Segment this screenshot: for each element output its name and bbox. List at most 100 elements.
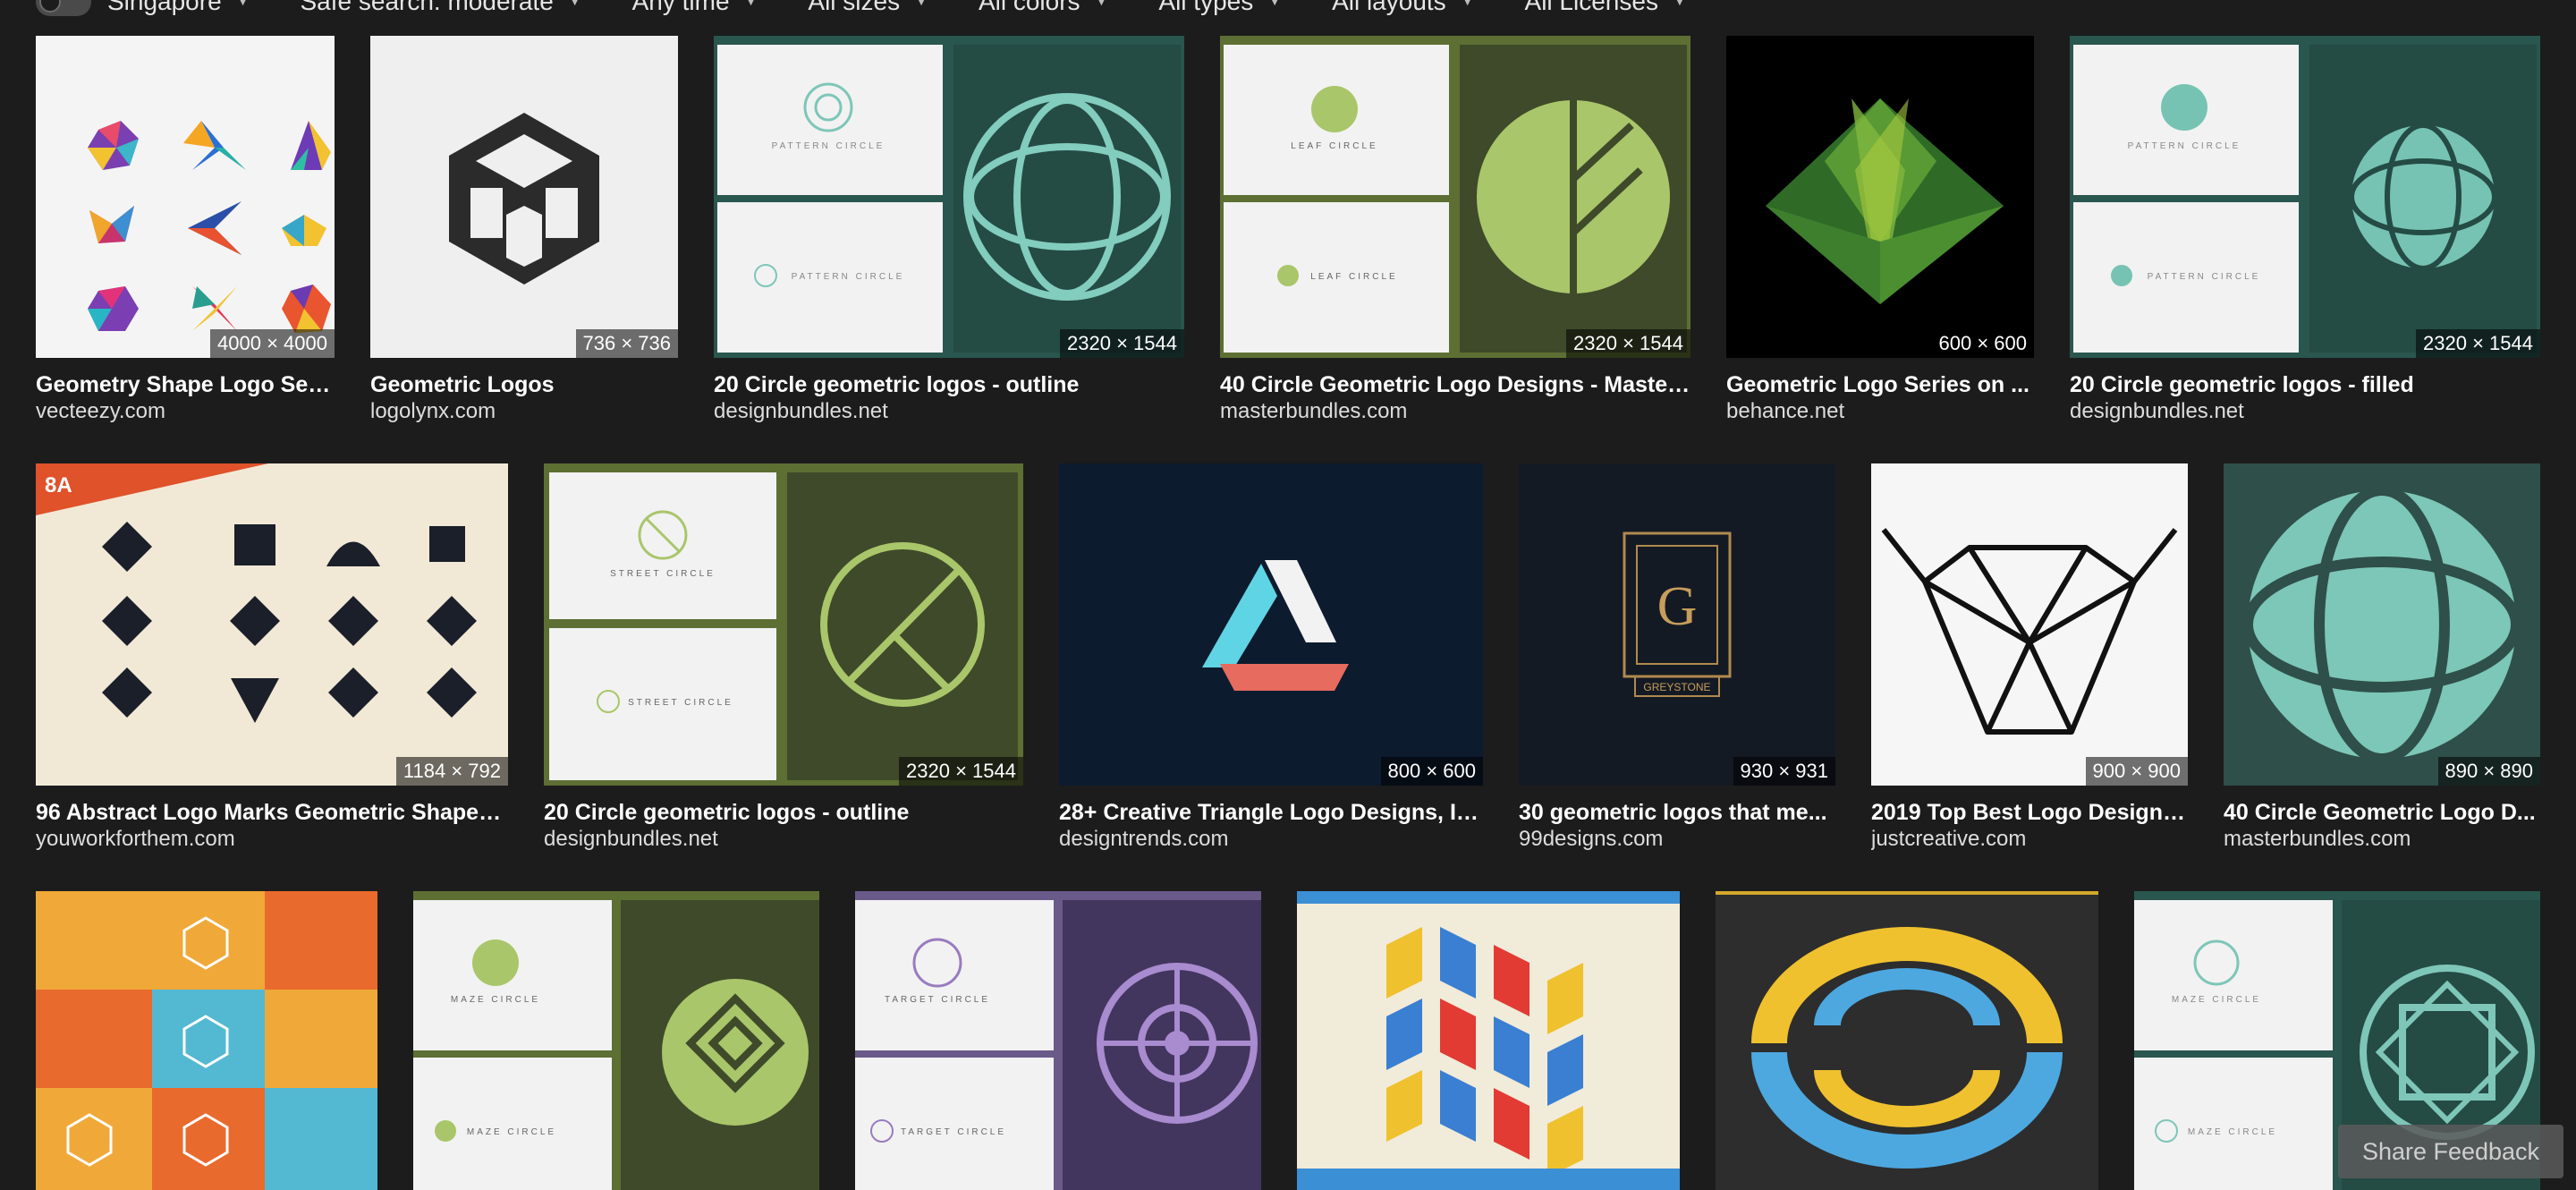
result-title[interactable]: Geometric Logo Series on ... (1726, 372, 2034, 398)
image-dimensions: 2320 × 1544 (1060, 329, 1184, 358)
logo-caption: STREET CIRCLE (610, 569, 716, 579)
image-result[interactable]: TARGET CIRCLE TARGET CIRCLE (855, 891, 1261, 1190)
logo-caption: PATTERN CIRCLE (2148, 272, 2261, 282)
result-title[interactable]: 40 Circle Geometric Logo Designs - Maste… (1220, 372, 1690, 398)
result-source[interactable]: behance.net (1726, 399, 2034, 424)
toggle-knob (39, 0, 61, 13)
result-title[interactable]: 20 Circle geometric logos - filled (2070, 372, 2540, 398)
image-dimensions: 2320 × 1544 (1566, 329, 1690, 358)
chevron-down-icon: ▼ (1094, 0, 1109, 9)
result-source[interactable]: 99designs.com (1519, 827, 1835, 852)
result-thumbnail[interactable] (36, 891, 377, 1190)
result-thumbnail[interactable]: PATTERN CIRCLE PATTERN CIRCLE 2320 × 154… (714, 36, 1184, 358)
colorful-blocks-image (1297, 891, 1680, 1190)
result-title[interactable]: Geometric Logos (370, 372, 678, 398)
result-thumbnail[interactable]: 8A 1184 × 792 (36, 463, 508, 786)
image-result[interactable]: PATTERN CIRCLE PATTERN CIRCLE 2320 × 154… (2070, 36, 2540, 429)
color-filter[interactable]: All colors ▼ (979, 0, 1108, 16)
image-result[interactable] (36, 891, 377, 1190)
result-source[interactable]: justcreative.com (1871, 827, 2188, 852)
result-source[interactable]: youworkforthem.com (36, 827, 508, 852)
share-feedback-button[interactable]: Share Feedback (2338, 1125, 2563, 1178)
image-result[interactable]: 4000 × 4000 Geometry Shape Logo Set ... … (36, 36, 335, 429)
image-dimensions: 1184 × 792 (395, 757, 508, 786)
chevron-down-icon: ▼ (1672, 0, 1687, 9)
image-result[interactable] (1297, 891, 1680, 1190)
safe-search-filter[interactable]: Safe search: moderate ▼ (301, 0, 582, 16)
image-dimensions: 2320 × 1544 (899, 757, 1023, 786)
logo-caption: MAZE CIRCLE (2172, 995, 2261, 1005)
image-result[interactable]: 600 × 600 Geometric Logo Series on ... b… (1726, 36, 2034, 429)
image-dimensions: 600 × 600 (1931, 329, 2034, 358)
result-thumbnail[interactable]: 4000 × 4000 (36, 36, 335, 358)
time-filter-label: Any time (631, 0, 730, 15)
result-title[interactable]: 20 Circle geometric logos - outline (714, 372, 1184, 398)
license-filter-label: All Licenses (1524, 0, 1658, 15)
size-filter[interactable]: All sizes ▼ (808, 0, 928, 16)
result-thumbnail[interactable]: 900 × 900 (1871, 463, 2188, 786)
image-result[interactable]: MAZE CIRCLE MAZE CIRCLE (413, 891, 819, 1190)
result-thumbnail[interactable]: STREET CIRCLE STREET CIRCLE 2320 × 1544 (544, 463, 1023, 786)
image-result[interactable]: G GREYSTONE 930 × 931 30 geometric logos… (1519, 463, 1835, 857)
image-dimensions: 800 × 600 (1380, 757, 1483, 786)
logo-caption: MAZE CIRCLE (467, 1127, 556, 1137)
result-title[interactable]: 28+ Creative Triangle Logo Designs, Id..… (1059, 800, 1483, 826)
result-source[interactable]: masterbundles.com (1220, 399, 1690, 424)
result-title[interactable]: 96 Abstract Logo Marks Geometric Shapes.… (36, 800, 508, 826)
result-title[interactable]: 20 Circle geometric logos - outline (544, 800, 1023, 826)
result-thumbnail[interactable]: G GREYSTONE 930 × 931 (1519, 463, 1835, 786)
result-title[interactable]: 40 Circle Geometric Logo D... (2224, 800, 2540, 826)
result-source[interactable]: designbundles.net (2070, 399, 2540, 424)
result-thumbnail[interactable]: 800 × 600 (1059, 463, 1483, 786)
license-filter[interactable]: All Licenses ▼ (1525, 0, 1687, 16)
image-result[interactable]: 890 × 890 40 Circle Geometric Logo D... … (2224, 463, 2540, 857)
image-result[interactable]: 736 × 736 Geometric Logos logolynx.com (370, 36, 678, 429)
image-result[interactable]: STREET CIRCLE STREET CIRCLE 2320 × 1544 … (544, 463, 1023, 857)
image-result[interactable]: LEAF CIRCLE LEAF CIRCLE 2320 × 1544 40 C… (1220, 36, 1690, 429)
result-title[interactable]: 30 geometric logos that me... (1519, 800, 1835, 826)
result-thumbnail[interactable] (1716, 891, 2098, 1190)
result-thumbnail[interactable] (1297, 891, 1680, 1190)
result-source[interactable]: logolynx.com (370, 399, 678, 424)
bull-head-logo-image (1881, 528, 2178, 735)
result-thumbnail[interactable]: LEAF CIRCLE LEAF CIRCLE 2320 × 1544 (1220, 36, 1690, 358)
safe-region-toggle[interactable] (36, 0, 91, 16)
image-result[interactable]: 8A 1184 × 792 96 Abstract Logo Marks Geo… (36, 463, 508, 857)
image-dimensions: 890 × 890 (2437, 757, 2540, 786)
image-result[interactable]: 900 × 900 2019 Top Best Logo Designs... … (1871, 463, 2188, 857)
logo-caption: MAZE CIRCLE (451, 995, 540, 1005)
safe-search-filter-label: Safe search: moderate (300, 0, 554, 15)
size-filter-label: All sizes (808, 0, 901, 15)
layout-filter-label: All layouts (1332, 0, 1446, 15)
result-source[interactable]: masterbundles.com (2224, 827, 2540, 852)
image-result[interactable] (1716, 891, 2098, 1190)
result-source[interactable]: designbundles.net (714, 399, 1184, 424)
chevron-down-icon: ▼ (235, 0, 250, 9)
image-result[interactable]: PATTERN CIRCLE PATTERN CIRCLE 2320 × 154… (714, 36, 1184, 429)
target-circle-image: TARGET CIRCLE TARGET CIRCLE (855, 891, 1261, 1190)
result-title[interactable]: Geometry Shape Logo Set ... (36, 372, 335, 398)
type-filter[interactable]: All types ▼ (1158, 0, 1282, 16)
result-thumbnail[interactable]: 600 × 600 (1726, 36, 2034, 358)
region-filter[interactable]: Singapore ▼ (107, 0, 250, 16)
logo-caption: LEAF CIRCLE (1310, 272, 1397, 282)
logo-caption: MAZE CIRCLE (2188, 1127, 2277, 1137)
result-source[interactable]: vecteezy.com (36, 399, 335, 424)
result-thumbnail[interactable]: TARGET CIRCLE TARGET CIRCLE (855, 891, 1261, 1190)
image-dimensions: 900 × 900 (2085, 757, 2188, 786)
time-filter[interactable]: Any time ▼ (632, 0, 758, 16)
result-thumbnail[interactable]: MAZE CIRCLE MAZE CIRCLE (413, 891, 819, 1190)
result-source[interactable]: designbundles.net (544, 827, 1023, 852)
result-title[interactable]: 2019 Top Best Logo Designs... (1871, 800, 2188, 826)
image-result[interactable]: 800 × 600 28+ Creative Triangle Logo Des… (1059, 463, 1483, 857)
image-dimensions: 4000 × 4000 (210, 329, 335, 358)
layout-filter[interactable]: All layouts ▼ (1332, 0, 1474, 16)
region-filter-label: Singapore (107, 0, 222, 15)
svg-text:G: G (1657, 576, 1698, 637)
result-source[interactable]: designtrends.com (1059, 827, 1483, 852)
logo-caption: TARGET CIRCLE (901, 1127, 1006, 1137)
result-thumbnail[interactable]: 736 × 736 (370, 36, 678, 358)
abstract-logo-marks-image: 8A (36, 463, 477, 723)
result-thumbnail[interactable]: 890 × 890 (2224, 463, 2540, 786)
result-thumbnail[interactable]: PATTERN CIRCLE PATTERN CIRCLE 2320 × 154… (2070, 36, 2540, 358)
